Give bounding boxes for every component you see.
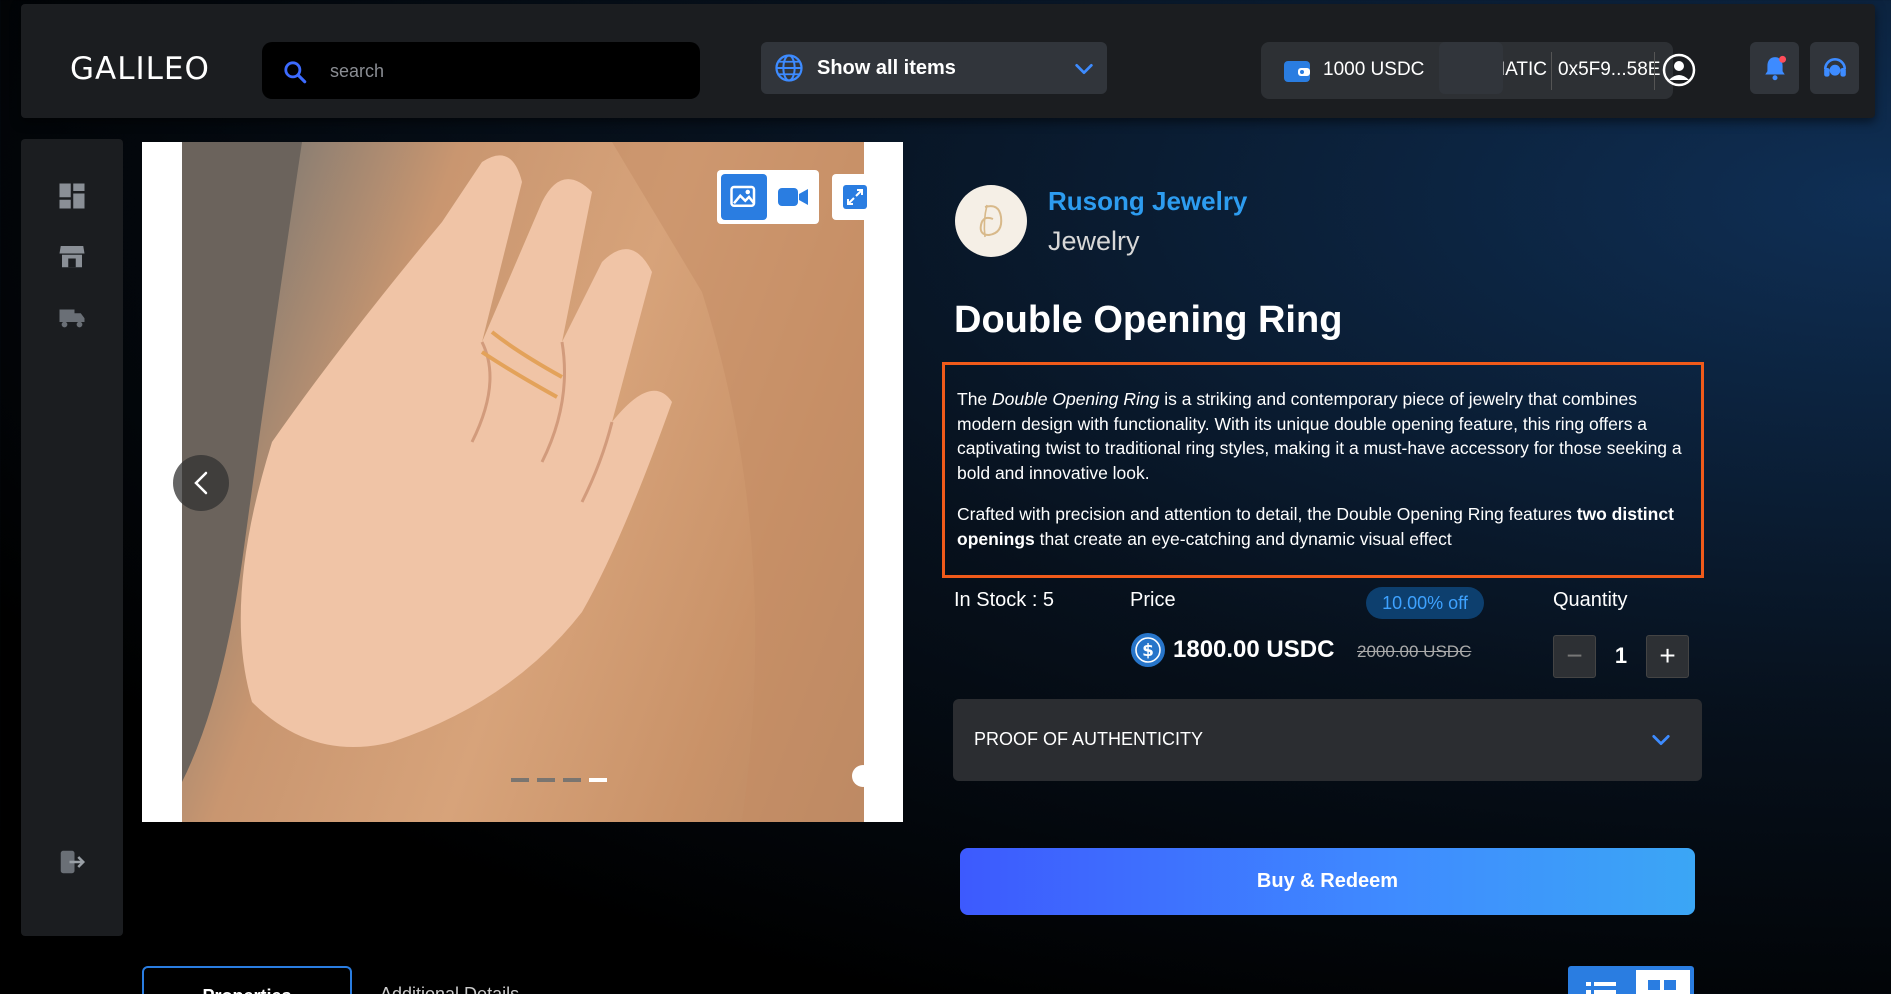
media-type-toggle: [717, 170, 819, 224]
video-mode-icon[interactable]: [777, 184, 809, 210]
delivery-truck-icon[interactable]: [57, 302, 87, 332]
notifications-button[interactable]: [1750, 42, 1799, 94]
search-input[interactable]: [330, 56, 670, 86]
profile-button[interactable]: [1439, 42, 1503, 94]
divider: [1551, 52, 1552, 90]
support-button[interactable]: [1810, 42, 1859, 94]
filter-label: Show all items: [817, 57, 956, 79]
brand-avatar[interactable]: [955, 185, 1027, 257]
quantity-value: 1: [1614, 643, 1628, 668]
buy-redeem-button[interactable]: Buy & Redeem: [960, 848, 1695, 915]
svg-text:$: $: [1142, 641, 1154, 661]
description-paragraph: Crafted with precision and attention to …: [957, 504, 1674, 549]
image-icon: [730, 185, 756, 207]
dashboard-icon[interactable]: [57, 181, 87, 211]
ring-hand-illustration: [182, 142, 864, 822]
store-icon[interactable]: [57, 241, 87, 271]
product-image[interactable]: [182, 142, 864, 822]
tab-properties[interactable]: Properties: [142, 966, 352, 994]
slide-dot[interactable]: [537, 778, 555, 782]
discount-badge: 10.00% off: [1366, 587, 1484, 619]
search-box[interactable]: [262, 42, 700, 99]
slide-dot[interactable]: [563, 778, 581, 782]
brand-link[interactable]: Rusong Jewelry: [1048, 186, 1247, 217]
search-icon: [284, 61, 307, 84]
app-logo[interactable]: GALILEO: [70, 51, 210, 87]
quantity-decrease-button[interactable]: −: [1553, 635, 1596, 678]
slide-dot[interactable]: [511, 778, 529, 782]
expand-icon: [843, 185, 867, 209]
chevron-left-icon: [194, 471, 208, 495]
scroll-handle[interactable]: [852, 765, 874, 787]
category-filter-dropdown[interactable]: Show all items: [761, 42, 1107, 94]
accordion-label: PROOF OF AUTHENTICITY: [974, 729, 1204, 749]
brand-logo-icon: [979, 204, 1003, 238]
view-mode-toggle: [1568, 966, 1694, 994]
headset-icon: [1823, 58, 1847, 77]
slide-dot-active[interactable]: [589, 778, 607, 782]
grid-view-icon: [1648, 980, 1676, 990]
product-description: The Double Opening Ring is a striking an…: [942, 362, 1704, 578]
sidebar: [21, 139, 123, 936]
fullscreen-button[interactable]: [832, 174, 878, 220]
usdc-coin-icon: $: [1131, 633, 1165, 667]
top-bar: GALILEO Show all items 1000 USDC 0.94 MA…: [21, 4, 1875, 118]
proof-of-authenticity-accordion[interactable]: PROOF OF AUTHENTICITY: [953, 699, 1702, 781]
quantity-label: Quantity: [1553, 589, 1628, 611]
price-label: Price: [1130, 589, 1176, 611]
grid-view-button[interactable]: [1636, 970, 1690, 994]
user-profile-icon[interactable]: [1661, 52, 1697, 88]
list-view-icon[interactable]: [1586, 980, 1616, 994]
usdc-balance: 1000 USDC: [1323, 59, 1425, 80]
logout-icon[interactable]: [57, 847, 87, 877]
chevron-down-icon: [1075, 63, 1093, 75]
divider: [1654, 52, 1655, 90]
chevron-down-icon: [1652, 735, 1670, 745]
product-category: Jewelry: [1048, 226, 1140, 256]
stock-count: In Stock : 5: [954, 589, 1055, 611]
image-mode-button[interactable]: [721, 174, 767, 220]
slide-indicator[interactable]: [511, 778, 607, 782]
product-gallery: [142, 142, 903, 822]
description-paragraph: The Double Opening Ring is a striking an…: [957, 389, 1682, 483]
current-price: 1800.00 USDC: [1173, 636, 1335, 663]
wallet-icon: [1284, 61, 1310, 82]
wallet-address[interactable]: 0x5F9...58E: [1558, 59, 1660, 81]
quantity-increase-button[interactable]: +: [1646, 635, 1689, 678]
bell-icon: [1765, 55, 1787, 81]
globe-icon: [775, 54, 803, 82]
product-title: Double Opening Ring: [954, 299, 1343, 341]
original-price: 2000.00 USDC: [1357, 642, 1472, 661]
previous-slide-button[interactable]: [173, 455, 229, 511]
tab-additional-details[interactable]: Additional Details: [380, 984, 519, 994]
